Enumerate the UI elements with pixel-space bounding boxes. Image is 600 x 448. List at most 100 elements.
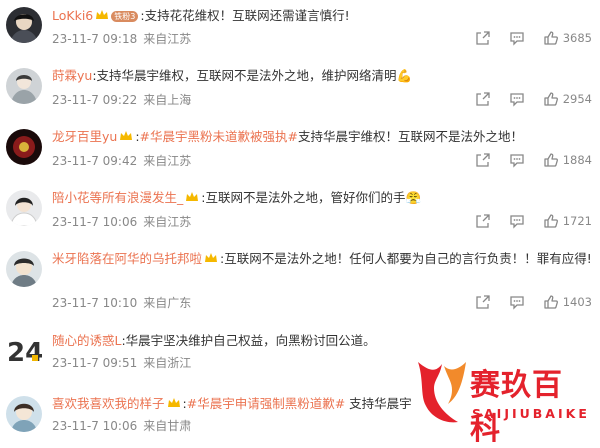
comment-date: 23-11-7 09:18 [52, 32, 138, 46]
like-button[interactable]: 3685 [543, 30, 592, 46]
avatar[interactable] [6, 251, 42, 287]
fan-crown-icon [95, 6, 109, 27]
share-icon [475, 91, 491, 107]
share-icon [475, 152, 491, 168]
share-icon [475, 30, 491, 46]
username[interactable]: 米牙陷落在阿华的乌托邦啦 [52, 251, 202, 266]
like-count: 1403 [562, 295, 592, 309]
thumbs-up-icon [543, 30, 559, 46]
username[interactable]: 随心的诱惑L [52, 333, 121, 348]
username[interactable]: 喜欢我喜欢我的样子 [52, 396, 165, 411]
comment-text: LoKki6 铁粉3:支持花花维权！互联网还需谨言慎行! [52, 5, 592, 27]
topic-hashtag-link[interactable]: #华晨宇黑粉未道歉被强执# [140, 129, 298, 144]
comment-date: 23-11-7 10:06 [52, 215, 138, 229]
comment-content: :互联网不是法外之地，管好你们的手😤 [201, 190, 422, 205]
fan-crown-icon [204, 249, 218, 270]
comment-actions: 1884 [457, 152, 592, 168]
like-button[interactable]: 1403 [543, 294, 592, 310]
comment-button[interactable] [509, 294, 525, 310]
comment-button[interactable] [509, 152, 525, 168]
comment-content: :支持花花维权！互联网还需谨言慎行! [140, 8, 350, 23]
comment-meta: 23-11-7 09:51 来自浙江 [52, 354, 191, 371]
fan-crown-icon [185, 188, 199, 209]
thumbs-up-icon [543, 91, 559, 107]
comment-content: :支持华晨宇维权，互联网不是法外之地，维护网络清明💪 [92, 68, 413, 83]
comment-content: 支持华晨宇 [345, 396, 412, 411]
avatar[interactable] [6, 190, 42, 226]
comment-actions: 1403 [457, 294, 592, 310]
comment-actions: 2954 [457, 91, 592, 107]
comment-date: 23-11-7 09:22 [52, 93, 138, 107]
username[interactable]: 龙牙百里yu [52, 129, 117, 144]
whale-tail-logo-icon [418, 362, 466, 423]
avatar[interactable] [6, 396, 42, 432]
comment-text: 龙牙百里yu:#华晨宇黑粉未道歉被强执#支持华晨宇维权！互联网不是法外之地！ [52, 126, 592, 148]
share-button[interactable] [475, 152, 491, 168]
comment-button[interactable] [509, 213, 525, 229]
comment-location: 来自甘肃 [143, 419, 192, 433]
comment-icon [509, 152, 525, 168]
comment-location: 来自江苏 [143, 215, 192, 229]
fan-crown-icon [119, 127, 133, 148]
username[interactable]: 莳霖yu [52, 68, 92, 83]
comment-actions: 1721 [457, 213, 592, 229]
like-count: 3685 [562, 31, 592, 45]
comment-meta: 23-11-7 10:06 来自甘肃 [52, 417, 191, 434]
share-button[interactable] [475, 30, 491, 46]
comment-content: :华晨宇坚决维护自己权益，向黑粉讨回公道。 [121, 333, 376, 348]
username[interactable]: 陪小花等所有浪漫发生_ [52, 190, 183, 205]
share-icon [475, 213, 491, 229]
comment-meta: 23-11-7 09:22 来自上海 [52, 91, 191, 108]
comment-content: 支持华晨宇维权！互联网不是法外之地！ [298, 129, 524, 144]
comment-meta: 23-11-7 10:06 来自江苏 [52, 213, 191, 230]
comment-date: 23-11-7 10:06 [52, 419, 138, 433]
thumbs-up-icon [543, 213, 559, 229]
comment-button[interactable] [509, 91, 525, 107]
comment-date: 23-11-7 09:42 [52, 154, 138, 168]
svg-text:24: 24 [7, 338, 42, 368]
thumbs-up-icon [543, 152, 559, 168]
like-count: 1721 [562, 214, 592, 228]
comment-text: 随心的诱惑L:华晨宇坚决维护自己权益，向黑粉讨回公道。 [52, 330, 592, 351]
share-button[interactable] [475, 213, 491, 229]
comment-icon [509, 213, 525, 229]
comment-actions: 3685 [457, 30, 592, 46]
comment-button[interactable] [509, 30, 525, 46]
avatar[interactable] [6, 7, 42, 43]
avatar[interactable] [6, 68, 42, 104]
comment-location: 来自江苏 [143, 154, 192, 168]
comment-meta: 23-11-7 10:10 来自广东 [52, 294, 191, 311]
comment-icon [509, 30, 525, 46]
comment-text: 米牙陷落在阿华的乌托邦啦 :互联网不是法外之地！任何人都要为自己的言行负责！！罪有… [52, 248, 592, 270]
comment-content: :互联网不是法外之地！任何人都要为自己的言行负责！！罪有应得! [220, 251, 592, 266]
comment-meta: 23-11-7 09:42 来自江苏 [52, 152, 191, 169]
comment-location: 来自广东 [143, 296, 192, 310]
comment-location: 来自上海 [143, 93, 192, 107]
avatar[interactable]: 24 [6, 333, 42, 369]
fan-level-badge: 铁粉3 [111, 11, 139, 22]
avatar[interactable] [6, 129, 42, 165]
like-count: 1884 [562, 153, 592, 167]
topic-hashtag-link[interactable]: #华晨宇申请强制黑粉道歉# [187, 396, 345, 411]
watermark-title: 赛玖百科 [470, 368, 563, 447]
fan-crown-icon [167, 394, 181, 415]
comment-location: 来自浙江 [143, 356, 192, 370]
share-button[interactable] [475, 91, 491, 107]
comment-icon [509, 294, 525, 310]
comment-date: 23-11-7 09:51 [52, 356, 138, 370]
username[interactable]: LoKki6 [52, 8, 93, 23]
comment-text: 莳霖yu:支持华晨宇维权，互联网不是法外之地，维护网络清明💪 [52, 65, 592, 86]
share-icon [475, 294, 491, 310]
comment-meta: 23-11-7 09:18 来自江苏 [52, 30, 191, 47]
share-button[interactable] [475, 294, 491, 310]
comment-icon [509, 91, 525, 107]
like-button[interactable]: 1721 [543, 213, 592, 229]
comment-location: 来自江苏 [143, 32, 192, 46]
comment-date: 23-11-7 10:10 [52, 296, 138, 310]
thumbs-up-icon [543, 294, 559, 310]
watermark: 赛玖百科 SAIJIUBAIKE [412, 358, 587, 447]
watermark-subtitle: SAIJIUBAIKE [472, 406, 590, 421]
like-button[interactable]: 2954 [543, 91, 592, 107]
comment-text: 陪小花等所有浪漫发生_ :互联网不是法外之地，管好你们的手😤 [52, 187, 592, 209]
like-button[interactable]: 1884 [543, 152, 592, 168]
